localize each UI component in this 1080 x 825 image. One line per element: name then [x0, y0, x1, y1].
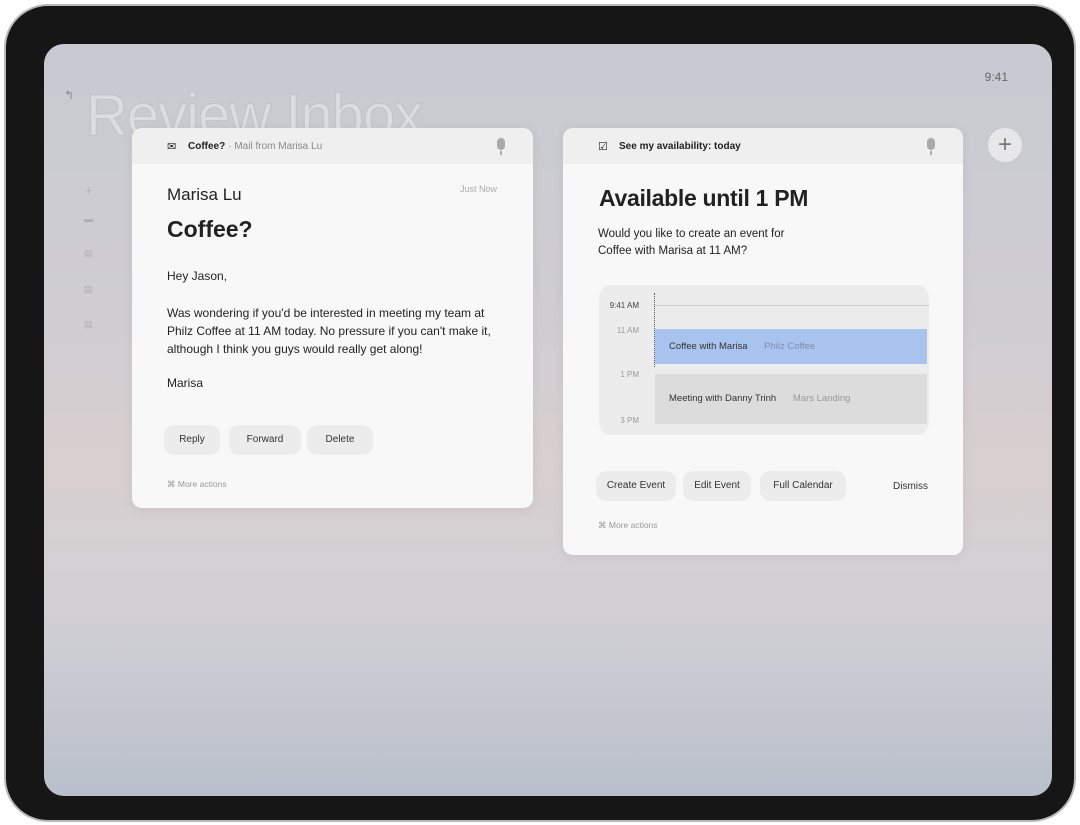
event-location: Mars Landing	[792, 393, 851, 404]
event-coffee[interactable]: Coffee with Marisa Philz Coffee	[655, 329, 927, 364]
header-subject: Coffee?	[188, 140, 226, 152]
header-title: See my availability: today	[619, 140, 741, 152]
sidebar-item[interactable]: ▤	[84, 319, 93, 330]
sidebar-item[interactable]: ▤	[84, 284, 93, 295]
return-arrow-icon[interactable]: ↰	[64, 88, 74, 102]
command-icon: ⌘	[167, 479, 178, 489]
more-actions[interactable]: ⌘ More actions	[598, 520, 658, 531]
edit-event-button[interactable]: Edit Event	[683, 471, 751, 501]
dismiss-button[interactable]: Dismiss	[893, 481, 928, 492]
header-source: · Mail from Marisa Lu	[228, 140, 323, 152]
screen: 9:41 ↰ Review Inbox + ＋ ▬ ▤ ▤ ▤ ✉ Coffee…	[44, 44, 1052, 796]
full-calendar-button[interactable]: Full Calendar	[760, 471, 846, 501]
sidebar-item[interactable]: ▤	[84, 248, 93, 259]
sidebar-item[interactable]: ＋	[84, 184, 93, 197]
calendar-check-icon: ☑	[598, 141, 608, 153]
day-timeline: 9:41 AM 11 AM 1 PM 3 PM Coffee with Mari…	[599, 285, 929, 435]
event-title: Meeting with Danny Trinh	[669, 393, 777, 404]
microphone-icon[interactable]	[497, 138, 505, 155]
timestamp: Just Now	[459, 184, 497, 194]
availability-title: Available until 1 PM	[599, 185, 809, 211]
event-title: Coffee with Marisa	[669, 341, 748, 352]
subject: Coffee?	[167, 216, 253, 242]
time-label: 3 PM	[620, 416, 639, 425]
create-event-button[interactable]: Create Event	[596, 471, 676, 501]
mail-card: ✉ Coffee? · Mail from Marisa Lu Marisa L…	[132, 128, 533, 508]
time-label: 11 AM	[616, 326, 639, 335]
calendar-card-header: ☑ See my availability: today	[563, 128, 963, 164]
reply-button[interactable]: Reply	[164, 425, 220, 455]
greeting: Hey Jason,	[167, 269, 228, 283]
now-label: 9:41 AM	[609, 301, 639, 310]
time-label: 1 PM	[620, 370, 639, 379]
body: Was wondering if you'd be interested in …	[167, 306, 491, 356]
delete-button[interactable]: Delete	[307, 425, 373, 455]
sidebar-item[interactable]: ▬	[84, 214, 93, 224]
signature: Marisa	[167, 376, 204, 390]
plus-icon: +	[997, 131, 1012, 158]
envelope-icon: ✉	[167, 141, 177, 153]
calendar-card: ☑ See my availability: today Available u…	[563, 128, 963, 555]
more-actions[interactable]: ⌘ More actions	[167, 479, 227, 490]
ipad-frame: 9:41 ↰ Review Inbox + ＋ ▬ ▤ ▤ ▤ ✉ Coffee…	[4, 4, 1076, 822]
event-location: Philz Coffee	[764, 341, 816, 352]
more-actions-label: More actions	[608, 520, 658, 530]
status-time: 9:41	[984, 70, 1008, 84]
sender-name: Marisa Lu	[167, 185, 242, 204]
add-button[interactable]: +	[988, 128, 1022, 162]
microphone-icon[interactable]	[927, 138, 935, 155]
now-line	[655, 305, 929, 306]
more-actions-label: More actions	[177, 479, 227, 489]
question: Would you like to create an event for Co…	[598, 228, 785, 257]
forward-button[interactable]: Forward	[229, 425, 301, 455]
command-icon: ⌘	[598, 520, 609, 530]
mail-card-header: ✉ Coffee? · Mail from Marisa Lu	[132, 128, 533, 164]
event-meeting[interactable]: Meeting with Danny Trinh Mars Landing	[655, 374, 927, 424]
